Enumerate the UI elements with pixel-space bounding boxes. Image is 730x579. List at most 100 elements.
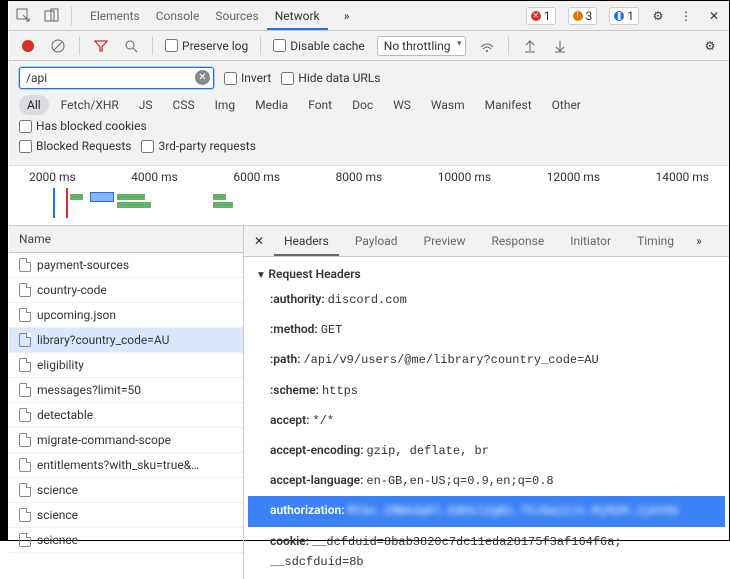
- header-row[interactable]: accept-encoding: gzip, deflate, br: [248, 436, 725, 466]
- request-name: eligibility: [37, 358, 84, 372]
- network-toolbar: Preserve log Disable cache No throttling…: [9, 31, 729, 61]
- timeline-overview[interactable]: 2000 ms4000 ms6000 ms8000 ms10000 ms1200…: [9, 166, 729, 226]
- tab-network[interactable]: Network: [267, 2, 328, 30]
- header-value: gzip, deflate, br: [366, 444, 488, 458]
- request-row[interactable]: messages?limit=50: [9, 378, 243, 403]
- request-row[interactable]: science: [9, 478, 243, 503]
- header-row[interactable]: :scheme: https: [248, 376, 725, 406]
- request-name: science: [37, 508, 78, 522]
- detail-tab-timing[interactable]: Timing: [627, 226, 684, 256]
- filter-icon[interactable]: [92, 37, 110, 55]
- header-name: :path:: [270, 352, 303, 366]
- header-value: __dcfduid=8bab3820c7dc11eda28175f3af164f…: [270, 535, 622, 569]
- close-devtools-icon[interactable]: ✕: [705, 7, 723, 25]
- network-conditions-icon[interactable]: [478, 37, 496, 55]
- type-filter-manifest[interactable]: Manifest: [477, 95, 540, 115]
- request-row[interactable]: migrate-command-scope: [9, 428, 243, 453]
- request-name: detectable: [37, 408, 93, 422]
- message-badge[interactable]: ❚1: [609, 7, 639, 25]
- tab-elements[interactable]: Elements: [82, 2, 148, 30]
- type-filter-other[interactable]: Other: [544, 95, 589, 115]
- request-headers-section[interactable]: Request Headers: [248, 263, 725, 285]
- request-name: country-code: [37, 283, 107, 297]
- third-party-checkbox[interactable]: 3rd-party requests: [141, 139, 255, 153]
- header-row[interactable]: :authority: discord.com: [248, 285, 725, 315]
- preserve-log-checkbox[interactable]: Preserve log: [165, 39, 248, 53]
- header-value: discord.com: [328, 293, 407, 307]
- header-value: */*: [312, 414, 334, 428]
- request-row[interactable]: upcoming.json: [9, 303, 243, 328]
- type-filter-img[interactable]: Img: [207, 95, 244, 115]
- kebab-menu-icon[interactable]: ⋮: [677, 7, 695, 25]
- request-row[interactable]: library?country_code=AU: [9, 328, 243, 353]
- export-har-icon[interactable]: [551, 37, 569, 55]
- header-row[interactable]: :path: /api/v9/users/@me/library?country…: [248, 345, 725, 375]
- file-icon: [19, 258, 31, 272]
- file-icon: [19, 458, 31, 472]
- search-icon[interactable]: [122, 37, 140, 55]
- request-row[interactable]: detectable: [9, 403, 243, 428]
- blocked-requests-checkbox[interactable]: Blocked Requests: [19, 139, 131, 153]
- detail-tab-payload[interactable]: Payload: [345, 226, 408, 256]
- warning-badge[interactable]: !3: [568, 7, 598, 25]
- detail-tab-headers[interactable]: Headers: [274, 226, 339, 256]
- detail-tab-response[interactable]: Response: [481, 226, 554, 256]
- request-name: library?country_code=AU: [37, 333, 169, 347]
- header-value: https: [322, 384, 358, 398]
- request-row[interactable]: eligibility: [9, 353, 243, 378]
- detail-tab-preview[interactable]: Preview: [414, 226, 476, 256]
- close-detail-icon[interactable]: ✕: [250, 232, 268, 250]
- type-filter-all[interactable]: All: [19, 95, 49, 115]
- device-toggle-icon[interactable]: [43, 7, 61, 25]
- type-filter-doc[interactable]: Doc: [344, 95, 381, 115]
- request-row[interactable]: entitlements?with_sku=true&…: [9, 453, 243, 478]
- more-detail-tabs-icon[interactable]: »: [690, 232, 708, 250]
- error-badge[interactable]: ✕1: [526, 7, 556, 25]
- type-filter-ws[interactable]: WS: [385, 95, 419, 115]
- requests-list: Name payment-sources country-code upcoming…: [9, 226, 244, 579]
- header-name: authorization:: [270, 503, 348, 517]
- request-row[interactable]: science: [9, 503, 243, 528]
- detail-tab-initiator[interactable]: Initiator: [560, 226, 621, 256]
- record-icon[interactable]: [19, 37, 37, 55]
- has-blocked-cookies-checkbox[interactable]: Has blocked cookies: [19, 119, 147, 133]
- header-row[interactable]: cookie: __dcfduid=8bab3820c7dc11eda28175…: [248, 527, 725, 577]
- type-filter-css[interactable]: CSS: [165, 95, 203, 115]
- file-icon: [19, 383, 31, 397]
- type-filter-fetch-xhr[interactable]: Fetch/XHR: [53, 95, 127, 115]
- request-name: science: [37, 533, 78, 547]
- throttling-select[interactable]: No throttling: [377, 36, 466, 56]
- more-tabs-icon[interactable]: »: [338, 7, 356, 25]
- type-filter-wasm[interactable]: Wasm: [423, 95, 473, 115]
- file-icon: [19, 333, 31, 347]
- hide-data-urls-checkbox[interactable]: Hide data URLs: [281, 71, 380, 85]
- type-filter-js[interactable]: JS: [131, 95, 161, 115]
- request-row[interactable]: country-code: [9, 278, 243, 303]
- tab-sources[interactable]: Sources: [207, 2, 266, 30]
- import-har-icon[interactable]: [521, 37, 539, 55]
- header-row[interactable]: :method: GET: [248, 315, 725, 345]
- file-icon: [19, 483, 31, 497]
- name-column-header[interactable]: Name: [9, 226, 243, 253]
- header-row[interactable]: authorization: MTAx.IMBA3q0l.E8Hxl2gB1.T…: [248, 496, 725, 526]
- clear-icon[interactable]: [49, 37, 67, 55]
- invert-checkbox[interactable]: Invert: [224, 71, 271, 85]
- file-icon: [19, 358, 31, 372]
- file-icon: [19, 533, 31, 547]
- header-value: en-GB,en-US;q=0.9,en;q=0.8: [366, 474, 553, 488]
- type-filter-font[interactable]: Font: [300, 95, 340, 115]
- header-name: :method:: [270, 322, 321, 336]
- request-row[interactable]: payment-sources: [9, 253, 243, 278]
- header-row[interactable]: accept: */*: [248, 406, 725, 436]
- disable-cache-checkbox[interactable]: Disable cache: [273, 39, 365, 53]
- settings-icon[interactable]: ⚙: [649, 7, 667, 25]
- tab-console[interactable]: Console: [148, 2, 208, 30]
- settings-gear-icon[interactable]: ⚙: [701, 37, 719, 55]
- filter-input[interactable]: [19, 67, 214, 89]
- header-row[interactable]: accept-language: en-GB,en-US;q=0.9,en;q=…: [248, 466, 725, 496]
- inspect-icon[interactable]: [15, 7, 33, 25]
- clear-filter-icon[interactable]: ✕: [195, 70, 210, 85]
- request-detail: ✕ HeadersPayloadPreviewResponseInitiator…: [244, 226, 729, 579]
- header-name: accept-encoding:: [270, 443, 366, 457]
- type-filter-media[interactable]: Media: [247, 95, 296, 115]
